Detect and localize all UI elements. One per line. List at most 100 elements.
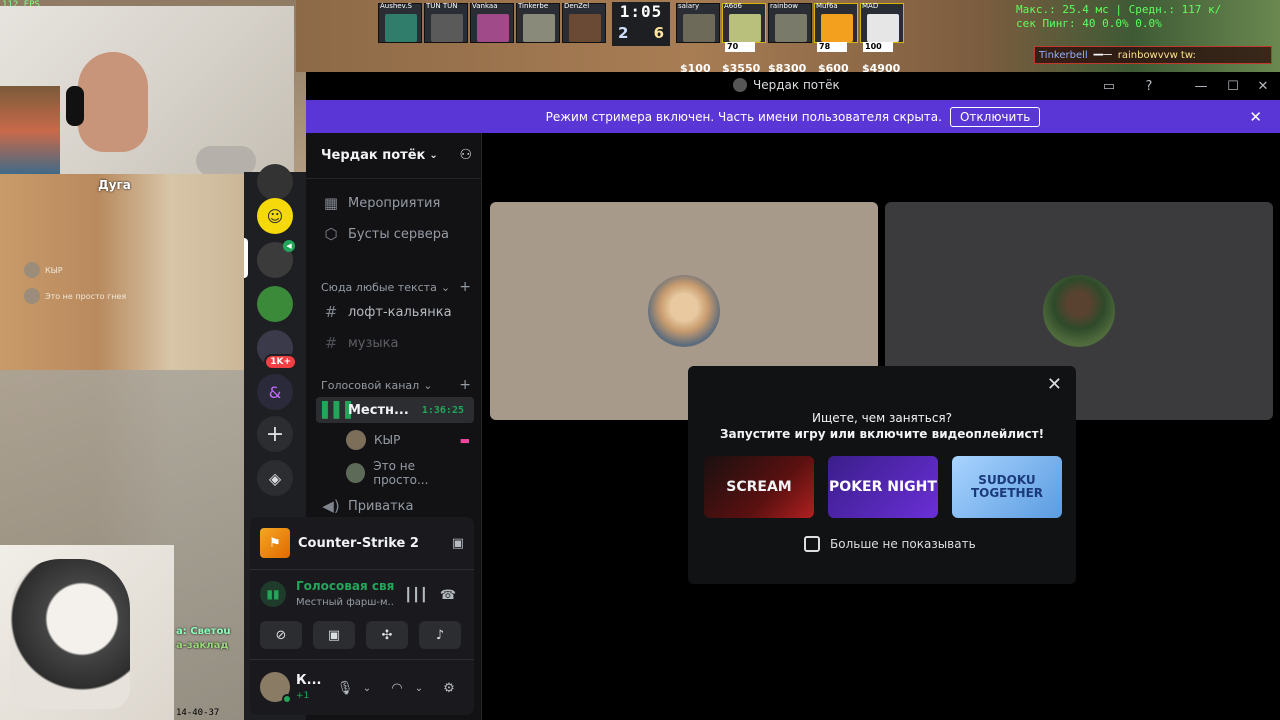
current-user-name[interactable]: К... (296, 673, 321, 688)
headphones-icon[interactable]: ◠ (386, 677, 408, 699)
help-icon[interactable]: ? (1138, 76, 1160, 96)
player-avatar (775, 14, 807, 42)
t-player-card: A6o6 70 (722, 2, 766, 52)
round-timer-box: 1:05 2 6 (612, 2, 670, 46)
voice-timer: 1:36:25 (421, 404, 464, 416)
ct-player-card: TUN TUN (424, 2, 468, 43)
settings-gear-icon[interactable]: ⚙ (438, 677, 460, 699)
game-card-scream[interactable]: SCREAM (704, 456, 814, 518)
screen-share-icon: ▣ (327, 627, 341, 643)
net-stats-line2: сек Пинг: 40 0.0% 0.0% (1016, 17, 1162, 30)
voice-channel-private[interactable]: ◀) Приватка (316, 493, 474, 519)
game-chat-line: а-заклад (176, 640, 229, 651)
current-user-row: К... +1 🎙 ⌄ ◠ ⌄ ⚙ (250, 667, 474, 713)
cam-label: Дуга (98, 178, 131, 192)
game-card-sudoku[interactable]: SUDOKU TOGETHER (952, 456, 1062, 518)
chevron-down-icon[interactable]: ⌄ (356, 677, 378, 699)
ct-player-card: Vankaa (470, 2, 514, 43)
category-voice[interactable]: Голосовой канал ⌄ + (321, 377, 471, 393)
streamer-mode-banner: Режим стримера включен. Часть имени поль… (306, 100, 1280, 133)
voice-wave-icon: ▌▌▌ (322, 401, 357, 419)
titlebar: Чердак потёк ▭ ? — ☐ ✕ (306, 72, 1280, 100)
game-card-poker[interactable]: POKER NIGHT (828, 456, 938, 518)
server-icon[interactable]: & (257, 374, 293, 410)
player-avatar (569, 14, 601, 42)
inbox-icon[interactable]: ▭ (1098, 76, 1120, 96)
user-panel: ⚑ Counter-Strike 2 ▣ ▮▮ Голосовая связь … (250, 517, 474, 715)
hash-icon: # (324, 334, 338, 352)
close-icon[interactable]: ✕ (1047, 374, 1062, 395)
channel-loft[interactable]: # лофт-кальянка (316, 299, 474, 325)
cat (10, 559, 130, 709)
killfeed-attacker: Tinkerbell (1039, 49, 1088, 61)
cat-webcam (0, 545, 174, 720)
soundboard-button[interactable]: ♪ (419, 621, 461, 649)
sidebar-item-events[interactable]: ▦ Мероприятия (316, 190, 474, 216)
speaker-icon: ◀) (322, 497, 340, 515)
game-clock: 14-40-37 (176, 708, 220, 718)
screen-share-icon[interactable]: ▣ (452, 536, 464, 551)
divider (250, 569, 474, 570)
player-avatar (431, 14, 463, 42)
disable-streamer-mode-button[interactable]: Отключить (949, 106, 1041, 127)
current-user-activity: +1 (296, 691, 310, 701)
player-avatar (385, 14, 417, 42)
player-avatar (683, 14, 715, 42)
boost-icon: ⬡ (324, 225, 338, 243)
close-window-button[interactable]: ✕ (1252, 76, 1274, 96)
channel-music[interactable]: # музыка (316, 330, 474, 356)
screen-share-button[interactable]: ▣ (313, 621, 355, 649)
disconnect-icon[interactable]: ☎ (436, 583, 460, 607)
avatar (346, 463, 366, 483)
t-player-card: rainbow (768, 2, 812, 43)
checkbox-label: Больше не показывать (830, 537, 976, 551)
server-icon[interactable] (257, 164, 293, 200)
server-header[interactable]: Чердак потёк ⌄ ⚇ (306, 133, 482, 179)
voice-user[interactable]: КЫР ▬ (346, 430, 470, 450)
add-channel-icon[interactable]: + (459, 279, 471, 295)
player-hp: 78 (817, 42, 847, 52)
voice-connection-status: ▮▮ Голосовая связь Местный фарш-м... ┃┃┃… (260, 577, 464, 613)
voice-status-channel[interactable]: Местный фарш-м... (296, 597, 394, 608)
add-channel-icon[interactable]: + (459, 377, 471, 393)
invite-user-icon[interactable]: ⚇ (459, 147, 472, 163)
sidebar-item-boosts[interactable]: ⬡ Бусты сервера (316, 221, 474, 247)
noise-suppression-icon[interactable]: ┃┃┃ (404, 583, 428, 607)
game-controller-icon: ▬ (459, 433, 470, 447)
chevron-down-icon[interactable]: ⌄ (408, 677, 430, 699)
voice-user[interactable]: Это не просто... (346, 459, 470, 487)
add-server-icon[interactable]: + (257, 416, 293, 452)
camera-off-button[interactable]: ⊘ (260, 621, 302, 649)
avatar (346, 430, 366, 450)
signal-icon[interactable]: ▮▮ (260, 581, 286, 607)
score-t: 6 (653, 24, 664, 42)
server-icon[interactable] (257, 286, 293, 322)
server-icon[interactable]: ☺ (257, 198, 293, 234)
soundboard-icon: ♪ (435, 627, 445, 643)
maximize-button[interactable]: ☐ (1222, 76, 1244, 96)
minimize-button[interactable]: — (1190, 76, 1212, 96)
activities-button[interactable]: ✣ (366, 621, 408, 649)
server-icon[interactable]: ◀ (257, 240, 295, 278)
player-avatar (523, 14, 555, 42)
hash-icon: # (324, 303, 338, 321)
category-text[interactable]: Сюда любые текста ⌄ + (321, 279, 471, 295)
dont-show-again-row[interactable]: Больше не показывать (804, 536, 976, 552)
close-icon[interactable]: ✕ (1249, 108, 1262, 126)
player-name: rainbow (770, 2, 798, 10)
voice-status-title[interactable]: Голосовая связь (296, 579, 394, 593)
server-avatar (733, 78, 747, 92)
server-icon[interactable]: 1K+ (257, 330, 297, 370)
chevron-down-icon: ⌄ (440, 280, 451, 294)
player-avatar (729, 14, 761, 42)
player-name: Muf6a (816, 2, 838, 10)
compass-icon[interactable]: ◈ (257, 460, 293, 496)
microphone-icon[interactable]: 🎙 (334, 677, 356, 699)
game-activity-row[interactable]: ⚑ Counter-Strike 2 ▣ (260, 527, 464, 559)
headphones-icon (66, 86, 84, 126)
player-name: TUN TUN (426, 2, 458, 10)
game-chat-line: а: Светоu (176, 626, 231, 637)
dont-show-checkbox[interactable] (804, 536, 820, 552)
window-title: Чердак потёк (733, 78, 840, 92)
voice-channel-active[interactable]: ▌▌▌ Местн... 1:36:25 (316, 397, 474, 423)
